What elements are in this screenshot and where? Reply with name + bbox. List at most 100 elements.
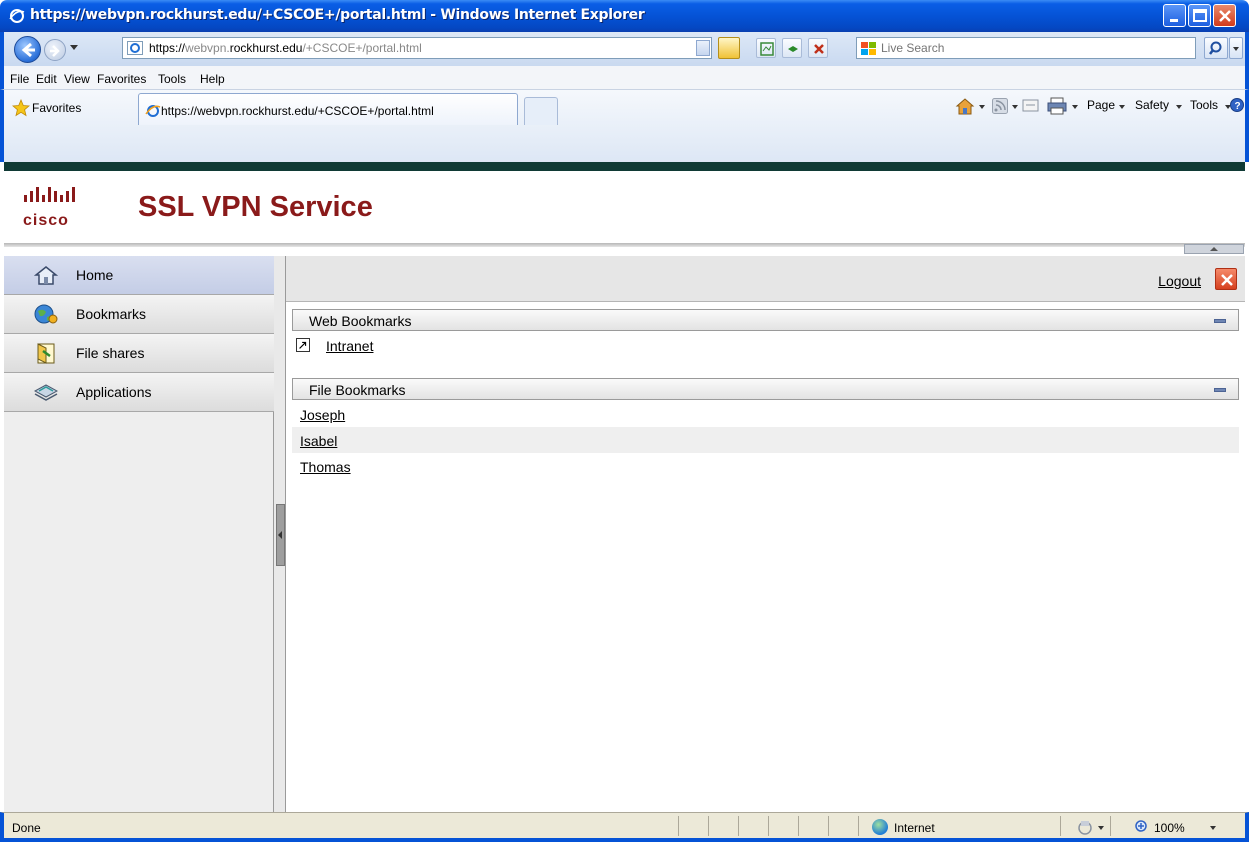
- address-dropdown-button[interactable]: [696, 40, 710, 56]
- recent-pages-dropdown[interactable]: [70, 45, 78, 50]
- home-page-icon[interactable]: [954, 96, 976, 116]
- bookmarks-globe-icon: [34, 304, 58, 324]
- search-box[interactable]: [856, 37, 1196, 59]
- portal-header-band: [4, 162, 1245, 171]
- menu-help[interactable]: Help: [200, 72, 225, 86]
- ie-icon: [9, 9, 25, 23]
- home-icon: [34, 266, 58, 285]
- sidebar-splitter[interactable]: [274, 256, 286, 812]
- sidebar-item-label: File shares: [76, 345, 145, 361]
- close-window-button[interactable]: [1213, 4, 1236, 27]
- applications-icon: [34, 384, 58, 401]
- minimize-icon: [1170, 19, 1178, 22]
- print-icon[interactable]: [1046, 96, 1068, 116]
- status-bar: Done Internet 100%: [0, 812, 1249, 842]
- header-separator: [4, 243, 1245, 247]
- status-divider: [858, 816, 859, 836]
- status-divider: [678, 816, 679, 836]
- close-icon: [1221, 274, 1233, 286]
- collapse-section-button[interactable]: [1214, 388, 1226, 392]
- list-row-highlight: [292, 427, 1239, 453]
- sidebar-item-label: Applications: [76, 384, 152, 400]
- menu-file[interactable]: File: [10, 72, 29, 86]
- sidebar-item-bookmarks[interactable]: Bookmarks: [4, 295, 274, 334]
- portal-header: cisco SSL VPN Service: [4, 171, 1245, 245]
- section-title: File Bookmarks: [309, 382, 406, 398]
- logout-button[interactable]: [1215, 268, 1237, 290]
- file-shares-icon: [37, 343, 55, 364]
- status-divider: [708, 816, 709, 836]
- status-text: Done: [12, 821, 41, 835]
- maximize-button[interactable]: [1188, 4, 1211, 27]
- compatibility-icon: [760, 42, 774, 56]
- new-tab-button[interactable]: [524, 97, 558, 125]
- browser-tab[interactable]: https://webvpn.rockhurst.edu/+CSCOE+/por…: [138, 93, 518, 125]
- zoom-dropdown[interactable]: [1210, 826, 1216, 830]
- safety-menu-dropdown: [1176, 105, 1182, 109]
- zoom-icon[interactable]: [1134, 819, 1150, 835]
- ie-tab-icon: [145, 105, 161, 117]
- file-bookmarks-header: File Bookmarks: [292, 378, 1239, 400]
- search-options-button[interactable]: [1229, 37, 1243, 59]
- sidebar-item-home[interactable]: Home: [4, 256, 274, 295]
- search-input[interactable]: [881, 40, 1181, 56]
- status-divider: [1060, 816, 1061, 836]
- search-button[interactable]: [1204, 37, 1228, 59]
- safety-menu[interactable]: Safety: [1135, 98, 1169, 112]
- logout-link[interactable]: Logout: [1158, 273, 1201, 289]
- security-zone[interactable]: Internet: [894, 821, 935, 835]
- maximize-icon: [1193, 9, 1207, 22]
- compatibility-view-button[interactable]: [756, 38, 776, 58]
- back-arrow-icon: [21, 42, 35, 58]
- minimize-button[interactable]: [1163, 4, 1186, 27]
- protected-mode-dropdown[interactable]: [1098, 826, 1104, 830]
- portal-main: Logout Web Bookmarks Intranet File Bookm…: [286, 256, 1245, 812]
- forward-button[interactable]: [44, 39, 66, 61]
- favorites-tab-bar: Favorites https://webvpn.rockhurst.edu/+…: [0, 90, 1249, 162]
- print-dropdown[interactable]: [1072, 105, 1078, 109]
- sidebar-item-file-shares[interactable]: File shares: [4, 334, 274, 373]
- menu-favorites[interactable]: Favorites: [97, 72, 146, 86]
- read-mail-icon[interactable]: [1022, 99, 1040, 113]
- live-search-icon: [861, 42, 876, 55]
- magnifier-icon: [1209, 41, 1222, 55]
- portal-sidebar: Home Bookmarks File shares Applications: [4, 256, 274, 812]
- main-toolbar: Logout: [286, 256, 1245, 302]
- address-url: https://webvpn.rockhurst.edu/+CSCOE+/por…: [149, 41, 422, 55]
- favorites-star-icon[interactable]: [12, 99, 30, 117]
- collapse-sidebar-handle[interactable]: [276, 504, 285, 566]
- help-icon[interactable]: ?: [1230, 95, 1244, 115]
- tools-menu[interactable]: Tools: [1190, 98, 1218, 112]
- security-lock-icon[interactable]: [718, 37, 740, 59]
- file-bookmark-link[interactable]: Joseph: [300, 407, 345, 423]
- window-title-bar: https://webvpn.rockhurst.edu/+CSCOE+/por…: [0, 0, 1249, 32]
- address-toolbar: https://webvpn.rockhurst.edu/+CSCOE+/por…: [0, 32, 1249, 66]
- file-bookmark-link[interactable]: Thomas: [300, 459, 351, 475]
- section-title: Web Bookmarks: [309, 313, 412, 329]
- address-bar[interactable]: https://webvpn.rockhurst.edu/+CSCOE+/por…: [122, 37, 712, 59]
- home-dropdown[interactable]: [979, 105, 985, 109]
- file-bookmark-link[interactable]: Isabel: [300, 433, 337, 449]
- menu-view[interactable]: View: [64, 72, 90, 86]
- page-menu-dropdown: [1119, 105, 1125, 109]
- sidebar-item-applications[interactable]: Applications: [4, 373, 274, 412]
- feeds-dropdown[interactable]: [1012, 105, 1018, 109]
- bookmark-link[interactable]: Intranet: [326, 338, 373, 354]
- sidebar-item-label: Home: [76, 267, 114, 283]
- collapse-section-button[interactable]: [1214, 319, 1226, 323]
- back-button[interactable]: [14, 36, 41, 63]
- zoom-level[interactable]: 100%: [1154, 821, 1185, 835]
- protected-mode-icon[interactable]: [1076, 819, 1094, 835]
- refresh-button[interactable]: [782, 38, 802, 58]
- menu-edit[interactable]: Edit: [36, 72, 57, 86]
- svg-text:?: ?: [1235, 101, 1241, 112]
- page-menu[interactable]: Page: [1087, 98, 1115, 112]
- menu-tools[interactable]: Tools: [158, 72, 186, 86]
- portal-title: SSL VPN Service: [138, 191, 373, 223]
- collapse-header-button[interactable]: [1184, 244, 1244, 254]
- menu-bar: File Edit View Favorites Tools Help: [0, 66, 1249, 90]
- svg-text:cisco: cisco: [23, 212, 69, 229]
- favorites-button[interactable]: Favorites: [32, 101, 81, 115]
- feeds-icon[interactable]: [992, 98, 1008, 114]
- stop-button[interactable]: [808, 38, 828, 58]
